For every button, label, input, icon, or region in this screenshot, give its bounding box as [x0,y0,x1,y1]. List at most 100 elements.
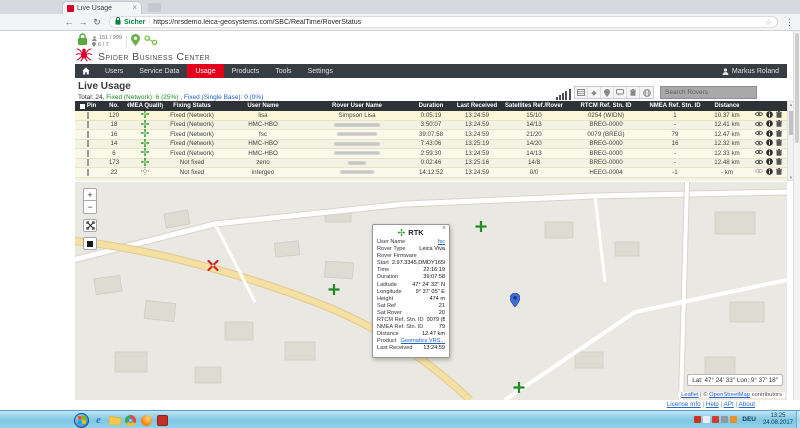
view-rover-icon[interactable] [755,140,763,148]
rover-info-icon[interactable] [766,111,773,120]
browser-tab[interactable]: Live Usage × [62,1,142,14]
view-rover-icon[interactable] [755,121,763,129]
bookmark-star-icon[interactable]: ☆ [765,18,772,27]
new-tab-button[interactable] [148,3,161,12]
table-row[interactable]: 22Not fixedintergeo14:12:5213:24:590/0HE… [75,168,787,178]
url-box[interactable]: Sicher | https://nrsdemo.leica-geosystem… [109,16,778,28]
row-checkbox[interactable] [87,112,89,119]
leaflet-link[interactable]: Leaflet [681,392,698,398]
taskbar-app-ie[interactable]: e [92,414,105,427]
table-row[interactable]: 6Fixed (Network)HMC-HBO2:59:3013:24:5914… [75,149,787,159]
delete-rover-icon[interactable] [776,120,782,129]
reload-button[interactable]: ↻ [90,15,104,30]
green-cross-marker[interactable] [329,282,340,300]
tray-red-icon[interactable] [694,416,701,423]
nav-item-products[interactable]: Products [224,64,268,78]
taskbar-clock[interactable]: 13:2524.08.2017 [763,413,793,427]
nav-item-tools[interactable]: Tools [267,64,299,78]
rover-info-icon[interactable] [766,149,773,158]
tray-flag-icon[interactable] [703,416,710,423]
column-header-fixing-status[interactable]: Fixing Status [163,101,221,111]
taskbar-app-firefox[interactable] [140,414,153,427]
table-row[interactable]: 14Fixed (Network)HMC-HBO7:43:0613:25:191… [75,140,787,150]
row-checkbox[interactable] [87,169,89,176]
column-header-rover-user-name[interactable]: Rover User Name [305,101,409,111]
start-button[interactable] [74,413,89,428]
column-header-rtcm-ref-stn-id[interactable]: RTCM Ref. Stn. ID [567,101,645,111]
summary-fixed-single[interactable]: Fixed (Single Base): 0 (0%) [184,94,263,101]
page-scrollbar-thumb[interactable] [795,33,799,143]
rover-info-icon[interactable] [766,168,773,177]
taskbar-app-folder[interactable] [108,414,121,427]
view-rover-icon[interactable] [755,111,763,119]
view-rover-icon[interactable] [755,168,763,176]
nav-user-menu[interactable]: Markus Roland [714,64,787,78]
fullscreen-button[interactable] [83,219,97,232]
row-checkbox[interactable] [87,150,89,157]
delete-rover-icon[interactable] [776,139,782,148]
nav-item-service-data[interactable]: Service Data [131,64,187,78]
column-header-satellites-ref-rover[interactable]: Satellites Ref./Rover [501,101,567,111]
row-checkbox[interactable] [87,121,89,128]
taskbar-app-chrome[interactable] [124,414,137,427]
grid-icon[interactable] [575,87,588,98]
globe-icon[interactable] [640,87,653,98]
view-rover-icon[interactable] [755,149,763,157]
delete-rover-icon[interactable] [776,158,782,167]
browser-menu-icon[interactable]: ⋮ [785,17,794,28]
blue-pin-marker[interactable] [510,293,520,312]
show-desktop-button[interactable] [796,411,800,428]
zoom-out-button[interactable]: − [83,201,97,214]
column-header-last-received[interactable]: Last Received [453,101,501,111]
popup-value-link[interactable]: fsc [438,239,445,246]
openstreetmap-link[interactable]: OpenStreetMap [709,392,750,398]
column-header-user-name[interactable]: User Name [221,101,305,111]
row-checkbox[interactable] [87,140,89,147]
table-row[interactable]: 120Fixed (Network)lisaSimpson Lisa0:05:1… [75,111,787,121]
message-icon[interactable] [614,87,627,98]
column-header-distance[interactable]: Distance [705,101,749,111]
tray-gray-icon[interactable] [721,416,728,423]
table-row[interactable]: 173Not fixedzeno0:02:4613:25:1614/8BREG-… [75,159,787,169]
footer-link-help[interactable]: Help [706,401,719,408]
row-checkbox[interactable] [87,159,89,166]
pin-icon[interactable] [601,87,614,98]
delete-rover-icon[interactable] [776,130,782,139]
delete-rover-icon[interactable] [776,111,782,120]
footer-link-about[interactable]: About [739,401,755,408]
table-row[interactable]: 18Fixed (Network)HMC-HBO3:50:0713:24:591… [75,121,787,131]
page-scrollbar[interactable] [793,31,800,400]
green-cross-marker[interactable] [514,380,525,398]
row-checkbox[interactable] [87,131,89,138]
green-cross-marker[interactable] [476,219,487,237]
tab-close-icon[interactable]: × [132,4,137,12]
diamond-icon[interactable]: ◆ [588,87,601,98]
tray-orange-icon[interactable] [730,416,737,423]
home-icon[interactable] [75,64,97,78]
tray-shield-icon[interactable] [712,416,719,423]
column-header-pin[interactable]: Pin [75,101,101,111]
column-header-nmea-ref-stn-id[interactable]: NMEA Ref. Stn. ID [645,101,705,111]
nav-item-users[interactable]: Users [97,64,131,78]
taskbar-app-app-red[interactable] [156,414,169,427]
rover-info-icon[interactable] [766,120,773,129]
rover-info-icon[interactable] [766,130,773,139]
summary-fixed-network[interactable]: Fixed (Network): 6 (25%) [104,94,178,101]
zoom-in-button[interactable]: + [83,188,97,201]
url-text[interactable]: https://nrsdemo.leica-geosystems.com/SBC… [153,19,762,26]
rover-info-icon[interactable] [766,139,773,148]
rover-info-icon[interactable] [766,158,773,167]
table-row[interactable]: 16Fixed (Network)fsc39:07:5813:24:5921/2… [75,130,787,140]
view-rover-icon[interactable] [755,130,763,138]
delete-rover-icon[interactable] [776,149,782,158]
select-all-checkbox[interactable] [80,104,85,109]
search-input[interactable] [660,86,757,99]
footer-link-license-info[interactable]: License Info [667,401,701,408]
map-area[interactable]: + − × RTK User NamefscRover TypeLeica Vi… [75,182,787,400]
trash-icon[interactable] [627,87,640,98]
language-indicator[interactable]: DEU [742,416,756,423]
forward-button[interactable]: → [76,15,90,30]
back-button[interactable]: ← [62,15,76,30]
popup-close-icon[interactable]: × [442,225,446,232]
extent-button[interactable] [83,237,97,250]
